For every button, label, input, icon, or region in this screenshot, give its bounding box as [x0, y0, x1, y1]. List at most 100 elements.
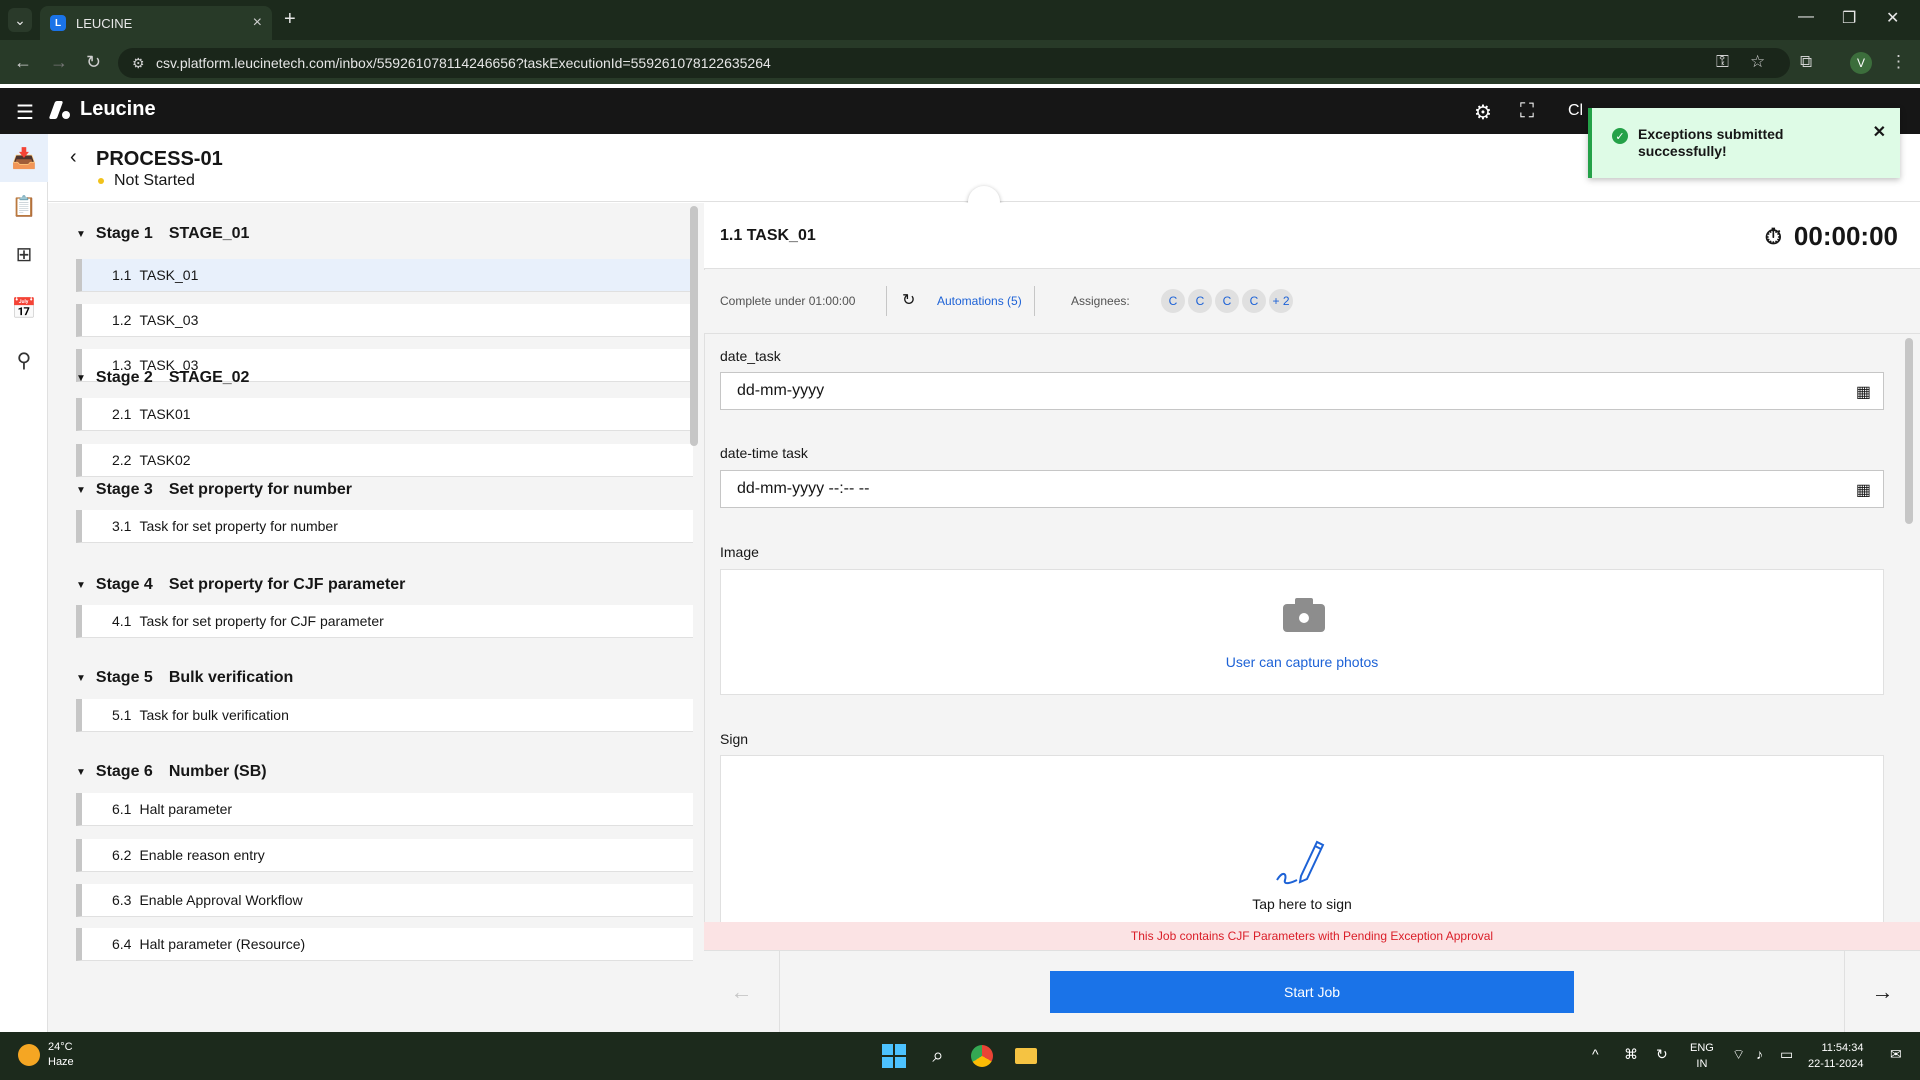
password-key-icon[interactable]: ⚿: [1716, 52, 1729, 72]
site-info-icon[interactable]: ⚙: [132, 55, 145, 72]
calendar-picker-icon[interactable]: ▦: [1856, 382, 1871, 402]
date-task-input[interactable]: dd-mm-yyyy ▦: [720, 372, 1884, 410]
new-tab-icon[interactable]: +: [284, 8, 296, 31]
stage-number: Stage 2: [95, 369, 153, 386]
task-list-item[interactable]: 2.2 TASK02: [76, 444, 693, 477]
browser-tab[interactable]: L LEUCINE ×: [40, 6, 272, 40]
stage-header[interactable]: ▼ Stage 4 Set property for CJF parameter: [76, 576, 405, 594]
task-name: TASK_03: [139, 312, 199, 328]
reload-icon[interactable]: ↻: [86, 52, 101, 73]
notifications-icon[interactable]: ✉: [1890, 1046, 1902, 1063]
header-menu-text[interactable]: Cl: [1568, 102, 1583, 120]
language-indicator[interactable]: ENG IN: [1690, 1040, 1714, 1072]
stopwatch-icon: ⏱: [1764, 223, 1782, 249]
collapse-caret-icon[interactable]: ▼: [76, 673, 86, 684]
windows-start-icon[interactable]: [880, 1042, 908, 1070]
chrome-icon[interactable]: [968, 1042, 996, 1070]
extensions-icon[interactable]: ⧉: [1800, 52, 1812, 72]
file-explorer-icon[interactable]: [1012, 1042, 1040, 1070]
battery-icon[interactable]: ▭: [1780, 1046, 1793, 1063]
task-list-item[interactable]: 5.1 Task for bulk verification: [76, 699, 693, 732]
toast-close-icon[interactable]: ✕: [1873, 122, 1886, 142]
collapse-caret-icon[interactable]: ▼: [76, 580, 86, 591]
stage-name: Set property for CJF parameter: [168, 576, 406, 593]
window-close-icon[interactable]: ✕: [1886, 8, 1899, 28]
minimize-icon[interactable]: —: [1798, 8, 1814, 26]
calendar-icon[interactable]: 📅: [0, 284, 48, 332]
stage-header[interactable]: ▼ Stage 1 STAGE_01: [76, 225, 249, 243]
date-task-label: date_task: [720, 348, 781, 364]
task-number: 1.1: [112, 267, 132, 283]
stage-list-scrollbar[interactable]: [690, 206, 698, 446]
collapse-caret-icon[interactable]: ▼: [76, 373, 86, 384]
collapse-caret-icon[interactable]: ▼: [76, 485, 86, 496]
hierarchy-icon[interactable]: ⚲: [0, 336, 48, 384]
task-number: 6.1: [112, 801, 132, 817]
task-list-item[interactable]: 1.1 TASK_01: [76, 259, 693, 292]
task-number: 6.2: [112, 847, 132, 863]
task-list-item[interactable]: 4.1 Task for set property for CJF paramet…: [76, 605, 693, 638]
calendar-picker-icon[interactable]: ▦: [1856, 480, 1871, 500]
assignee-avatar[interactable]: C: [1241, 288, 1267, 314]
tray-chevron-icon[interactable]: ^: [1592, 1046, 1599, 1062]
task-timer-value: 00:00:00: [1793, 221, 1898, 251]
back-arrow-icon[interactable]: ←: [14, 52, 32, 73]
task-list-item[interactable]: 6.1 Halt parameter: [76, 793, 693, 826]
stage-header[interactable]: ▼ Stage 3 Set property for number: [76, 481, 352, 499]
collapse-caret-icon[interactable]: ▼: [76, 767, 86, 778]
profile-avatar[interactable]: V: [1850, 52, 1872, 74]
settings-gear-icon[interactable]: ⚙: [1474, 100, 1492, 125]
leucine-logo[interactable]: Leucine: [50, 98, 156, 121]
assignees-more-badge[interactable]: + 2: [1268, 288, 1294, 314]
stage-header[interactable]: ▼ Stage 5 Bulk verification: [76, 669, 293, 687]
tab-search-icon[interactable]: ⌄: [8, 8, 32, 32]
volume-icon[interactable]: ♪: [1756, 1046, 1763, 1062]
scan-icon[interactable]: ⛶: [1520, 100, 1534, 123]
assignee-avatar[interactable]: C: [1214, 288, 1240, 314]
stage-header[interactable]: ▼ Stage 2 STAGE_02: [76, 369, 249, 387]
task-list-item[interactable]: 1.2 TASK_03: [76, 304, 693, 337]
tap-to-sign-text: Tap here to sign: [1252, 896, 1352, 912]
task-list-item[interactable]: 2.1 TASK01: [76, 398, 693, 431]
tray-app-icon[interactable]: ⌘: [1624, 1046, 1638, 1063]
browser-menu-icon[interactable]: ⋮: [1890, 52, 1907, 72]
inbox-icon[interactable]: 📥: [0, 134, 48, 182]
hamburger-menu-icon[interactable]: ☰: [16, 100, 34, 125]
task-list-item[interactable]: 3.1 Task for set property for number: [76, 510, 693, 543]
complete-under-text: Complete under 01:00:00: [720, 294, 856, 308]
assignee-avatar[interactable]: C: [1187, 288, 1213, 314]
search-icon[interactable]: ⌕: [924, 1042, 952, 1070]
clock-time: 11:54:34: [1821, 1042, 1864, 1054]
address-bar[interactable]: ⚙ csv.platform.leucinetech.com/inbox/559…: [118, 48, 1790, 78]
assignee-avatar[interactable]: C: [1160, 288, 1186, 314]
task-list-item[interactable]: 6.2 Enable reason entry: [76, 839, 693, 872]
wifi-icon[interactable]: ⌔: [1732, 1046, 1745, 1064]
weather-widget[interactable]: 24°C Haze: [18, 1040, 74, 1070]
restore-icon[interactable]: ❐: [1842, 8, 1856, 28]
previous-task-arrow-icon[interactable]: ←: [704, 951, 780, 1033]
next-task-arrow-icon[interactable]: →: [1844, 951, 1920, 1033]
stage-name: Set property for number: [168, 481, 352, 498]
task-list-item[interactable]: 6.4 Halt parameter (Resource): [76, 928, 693, 961]
back-chevron-icon[interactable]: ‹: [70, 146, 77, 169]
task-list-item[interactable]: 6.3 Enable Approval Workflow: [76, 884, 693, 917]
datetime-task-input[interactable]: dd-mm-yyyy --:-- -- ▦: [720, 470, 1884, 508]
success-toast: ✓ Exceptions submitted successfully! ✕: [1588, 108, 1900, 178]
stage-header[interactable]: ▼ Stage 6 Number (SB): [76, 763, 267, 781]
process-icon[interactable]: ⊞: [0, 230, 48, 278]
stage-number: Stage 5: [95, 669, 153, 686]
checklist-icon[interactable]: 📋: [0, 182, 48, 230]
system-clock[interactable]: 11:54:34 22-11-2024: [1808, 1040, 1863, 1072]
automations-link[interactable]: Automations (5): [937, 294, 1022, 308]
capture-photos-link[interactable]: User can capture photos: [721, 654, 1883, 670]
tray-sync-icon[interactable]: ↻: [1656, 1046, 1668, 1063]
sign-label: Sign: [720, 731, 749, 747]
tab-close-icon[interactable]: ×: [253, 14, 262, 32]
signature-area[interactable]: Tap here to sign: [720, 755, 1884, 923]
collapse-caret-icon[interactable]: ▼: [76, 229, 86, 240]
start-job-button[interactable]: Start Job: [1050, 971, 1574, 1013]
forward-arrow-icon[interactable]: →: [50, 52, 68, 73]
bookmark-star-icon[interactable]: ☆: [1750, 52, 1765, 72]
image-capture-area[interactable]: User can capture photos: [720, 569, 1884, 695]
task-form-scrollbar[interactable]: [1905, 338, 1913, 524]
